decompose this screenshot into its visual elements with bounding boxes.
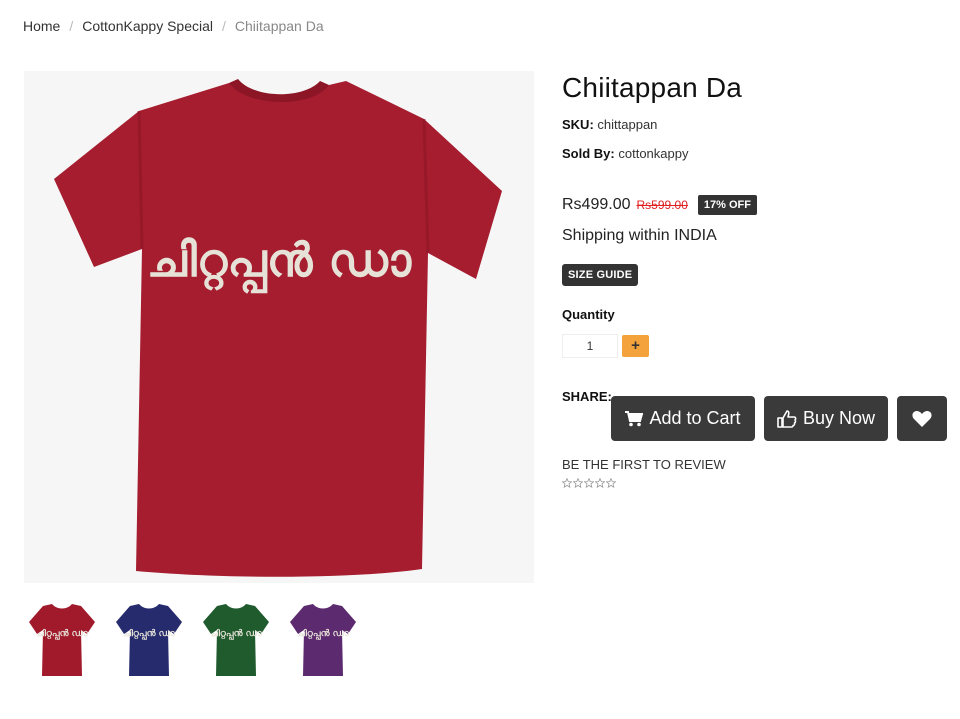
share-label: SHARE: [562,389,612,404]
heart-icon [912,410,932,427]
size-guide-button[interactable]: SIZE GUIDE [562,264,639,286]
thumbnail-green[interactable]: ചിറ്റപ്പൻ ഡാ [198,596,273,684]
cart-icon [625,410,644,426]
sku-value: chittappan [597,117,658,132]
svg-text:ചിറ്റപ്പൻ ഡാ: ചിറ്റപ്പൻ ഡാ [123,627,175,640]
thumbnail-red[interactable]: ചിറ്റപ്പൻ ഡാ [24,596,99,684]
add-to-cart-button[interactable]: Add to Cart [611,396,755,441]
breadcrumb-separator: / [222,18,226,34]
quantity-plus-button[interactable]: + [622,335,649,357]
wishlist-button[interactable] [897,396,947,441]
product-title: Chiitappan Da [562,72,743,103]
star-icon [573,478,583,488]
sold-by-info: Sold By: cottonkappy [562,146,688,161]
quantity-label: Quantity [562,307,615,322]
thumbnail-purple[interactable]: ചിറ്റപ്പൻ ഡാ [285,596,360,684]
shipping-info: Shipping within INDIA [562,227,717,244]
price-row: Rs499.00 Rs599.00 17% OFF [562,195,757,215]
buy-now-label: Buy Now [802,408,876,428]
review-cta[interactable]: BE THE FIRST TO REVIEW [562,457,726,472]
star-icon [606,478,616,488]
sku-label: SKU: [562,117,594,132]
breadcrumb-category-link[interactable]: CottonKappy Special [82,18,213,34]
buy-now-button[interactable]: Buy Now [764,396,888,441]
thumbnail-gallery: ചിറ്റപ്പൻ ഡാ ചിറ്റപ്പൻ ഡാ ചിറ്റപ്പൻ ഡാ ച… [24,596,360,684]
add-to-cart-label: Add to Cart [649,408,741,428]
svg-text:ചിറ്റപ്പൻ ഡാ: ചിറ്റപ്പൻ ഡാ [210,627,262,640]
rating-stars [562,478,616,488]
star-icon [584,478,594,488]
star-icon [595,478,605,488]
sold-by-value: cottonkappy [618,146,689,161]
star-icon [562,478,572,488]
breadcrumb-home-link[interactable]: Home [23,18,60,34]
sku-info: SKU: chittappan [562,117,657,132]
breadcrumb: Home / CottonKappy Special / Chiitappan Da [23,18,324,34]
product-main-image[interactable]: ചിറ്റപ്പൻ ഡാ [24,71,534,583]
current-price: Rs499.00 [562,196,631,213]
svg-text:ചിറ്റപ്പൻ ഡാ: ചിറ്റപ്പൻ ഡാ [297,627,349,640]
sold-by-label: Sold By: [562,146,615,161]
breadcrumb-current: Chiitappan Da [234,18,324,34]
tshirt-print-text: ചിറ്റപ്പൻ ഡാ [147,233,412,295]
tshirt-image: ചിറ്റപ്പൻ ഡാ [24,71,534,583]
thumbs-up-icon [777,409,797,428]
old-price: Rs599.00 [636,198,688,212]
breadcrumb-separator: / [69,18,74,34]
svg-text:ചിറ്റപ്പൻ ഡാ: ചിറ്റപ്പൻ ഡാ [36,627,88,640]
discount-badge: 17% OFF [697,195,757,215]
quantity-input[interactable] [562,334,618,358]
thumbnail-navy[interactable]: ചിറ്റപ്പൻ ഡാ [111,596,186,684]
